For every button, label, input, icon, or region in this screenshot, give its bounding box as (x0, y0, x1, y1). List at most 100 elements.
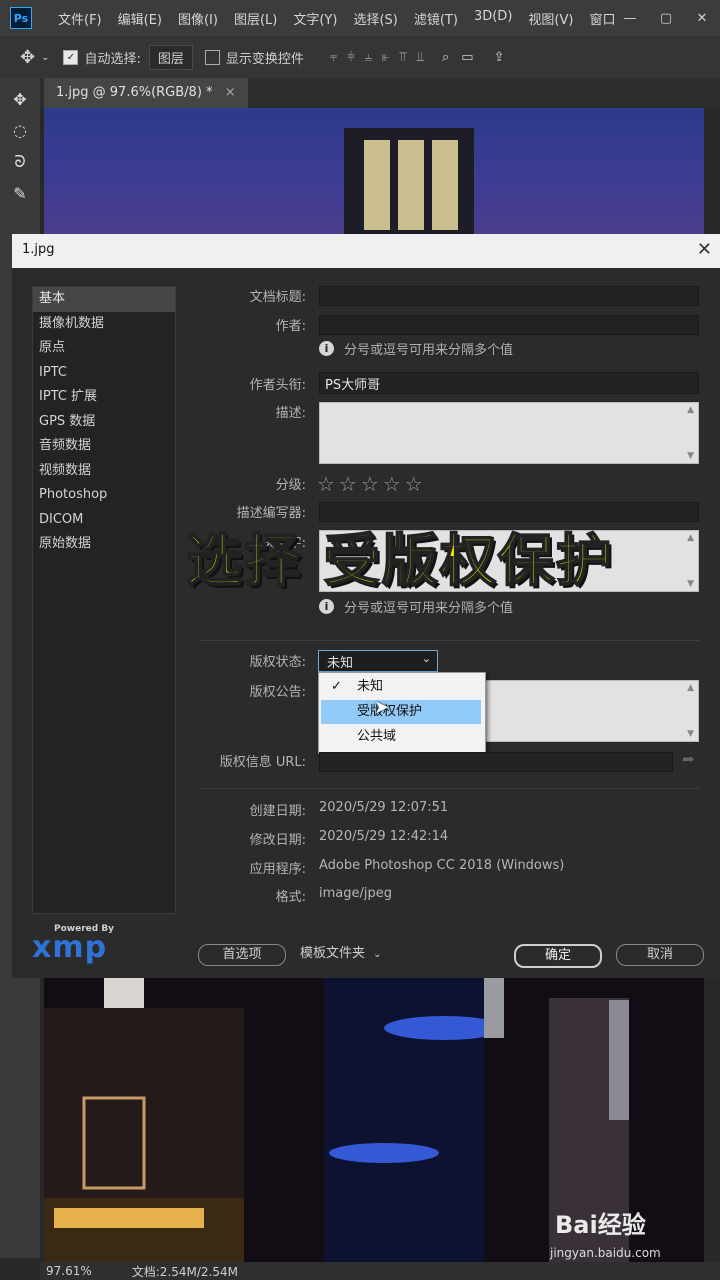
copyright-status-dropdown[interactable]: 未知 ⌄ (318, 650, 438, 672)
chevron-down-icon: ⌄ (421, 652, 431, 665)
category-list: 基本 摄像机数据 原点 IPTC IPTC 扩展 GPS 数据 音频数据 视频数… (32, 286, 176, 914)
preferences-button[interactable]: 首选项 (198, 944, 286, 966)
cancel-button[interactable]: 取消 (616, 944, 704, 966)
minimize-icon[interactable]: — (612, 11, 648, 26)
xmp-logo-text: xmp (32, 930, 108, 965)
menu-layer[interactable]: 图层(L) (226, 9, 285, 28)
option-public-domain-label: 公共域 (357, 729, 397, 744)
author-title-label: 作者头衔: (249, 378, 306, 393)
option-public-domain[interactable]: 公共域 (321, 725, 481, 749)
menu-edit[interactable]: 编辑(E) (110, 9, 170, 28)
menu-type[interactable]: 文字(Y) (285, 9, 345, 28)
rating-stars-icon[interactable]: ☆☆☆☆☆ (317, 472, 427, 496)
options-bar: ✥ ⌄ ✓ 自动选择: 图层 显示变换控件 ⫧⫩⫨⫦⫪⫫ ⌕ ▭ ⇪ (0, 36, 720, 79)
marquee-tool-icon[interactable]: ◌ (0, 121, 40, 140)
building-image (344, 128, 474, 236)
modified-value: 2020/5/29 12:42:14 (319, 829, 449, 844)
copyright-url-input[interactable] (319, 752, 673, 772)
menu-view[interactable]: 视图(V) (520, 9, 581, 28)
doc-title-input[interactable] (319, 286, 699, 306)
option-copyrighted-label: 受版权保护 (357, 704, 423, 719)
workspace-icon[interactable]: ▭ (461, 50, 473, 65)
keywords-hint-text: 分号或逗号可用来分隔多个值 (344, 601, 514, 616)
category-photoshop[interactable]: Photoshop (33, 483, 175, 508)
info-icon: i (319, 599, 334, 614)
dialog-titlebar: 1.jpg ✕ (12, 234, 720, 268)
category-gps[interactable]: GPS 数据 (33, 410, 175, 435)
scroll-down-icon[interactable]: ▼ (687, 729, 694, 739)
photoshop-logo-icon: Ps (10, 7, 32, 29)
menu-3d[interactable]: 3D(D) (466, 9, 520, 28)
show-transform-label: 显示变换控件 (225, 51, 304, 67)
description-textarea[interactable]: ▲ ▼ (319, 402, 699, 464)
scroll-up-icon[interactable]: ▲ (687, 533, 694, 543)
caption-overlay: 选择 受版权保护 (185, 528, 614, 595)
scroll-down-icon[interactable]: ▼ (687, 451, 694, 461)
category-camera[interactable]: 摄像机数据 (33, 312, 175, 337)
info-icon: i (319, 341, 334, 356)
menu-filter[interactable]: 滤镜(T) (406, 9, 466, 28)
description-label: 描述: (275, 406, 306, 421)
show-transform-checkbox[interactable] (204, 49, 220, 65)
author-title-input[interactable]: PS大师哥 (319, 372, 699, 394)
category-iptc[interactable]: IPTC (33, 361, 175, 386)
align-icons[interactable]: ⫧⫩⫨⫦⫪⫫ (330, 50, 434, 65)
option-unknown[interactable]: ✓ 未知 (321, 675, 481, 699)
document-tabs: 1.jpg @ 97.6%(RGB/8) * × (40, 78, 720, 108)
maximize-icon[interactable]: ▢ (648, 11, 684, 26)
copyright-status-menu: ✓ 未知 受版权保护 公共域 (318, 672, 486, 754)
quick-select-tool-icon[interactable]: ✎ (0, 184, 40, 203)
auto-select-dropdown[interactable]: 图层 (148, 44, 193, 70)
option-copyrighted[interactable]: 受版权保护 (321, 700, 481, 724)
main-menu: 文件(F) 编辑(E) 图像(I) 图层(L) 文字(Y) 选择(S) 滤镜(T… (50, 9, 623, 28)
divider (200, 788, 700, 789)
move-tool-icon[interactable]: ✥ (0, 90, 40, 109)
share-icon[interactable]: ⇪ (494, 50, 505, 65)
templates-label: 模板文件夹 (300, 946, 366, 961)
application-label: 应用程序: (249, 862, 306, 877)
author-hint: i 分号或逗号可用来分隔多个值 (319, 339, 513, 358)
move-tool-icon[interactable]: ✥ (20, 47, 35, 68)
category-audio[interactable]: 音频数据 (33, 434, 175, 459)
templates-dropdown[interactable]: 模板文件夹 ⌄ (300, 944, 382, 964)
copyright-notice-label: 版权公告: (249, 685, 306, 700)
category-basic[interactable]: 基本 (33, 287, 175, 312)
doc-title-label: 文档标题: (249, 290, 306, 305)
dialog-title: 1.jpg (22, 242, 55, 257)
format-value: image/jpeg (319, 886, 392, 901)
zoom-level[interactable]: 97.61% (46, 1264, 92, 1278)
category-iptc-ext[interactable]: IPTC 扩展 (33, 385, 175, 410)
search-icon[interactable]: ⌕ (442, 50, 449, 65)
menu-file[interactable]: 文件(F) (50, 9, 110, 28)
chevron-down-icon: ⌄ (373, 949, 382, 960)
application-value: Adobe Photoshop CC 2018 (Windows) (319, 858, 565, 873)
open-url-arrow-icon[interactable]: ➦ (682, 750, 695, 768)
lasso-tool-icon[interactable]: ᘐ (0, 152, 40, 172)
ok-button[interactable]: 确定 (514, 944, 602, 968)
xmp-logo: Powered By xmp (32, 924, 132, 965)
document-tab-title: 1.jpg @ 97.6%(RGB/8) * (56, 85, 213, 100)
author-input[interactable] (319, 315, 699, 335)
scroll-up-icon[interactable]: ▲ (687, 405, 694, 415)
scroll-down-icon[interactable]: ▼ (687, 579, 694, 589)
chevron-down-icon[interactable]: ⌄ (41, 52, 49, 63)
category-origin[interactable]: 原点 (33, 336, 175, 361)
copyright-url-label: 版权信息 URL: (219, 755, 306, 770)
author-label: 作者: (275, 319, 306, 334)
mouse-cursor-icon: ➤ (374, 697, 390, 718)
option-unknown-label: 未知 (357, 679, 384, 694)
status-bar: 97.61% 文档:2.54M/2.54M (40, 1262, 720, 1280)
scroll-up-icon[interactable]: ▲ (687, 683, 694, 693)
checkmark-icon: ✓ (331, 679, 342, 694)
category-video[interactable]: 视频数据 (33, 459, 175, 484)
divider (200, 640, 700, 641)
document-tab[interactable]: 1.jpg @ 97.6%(RGB/8) * × (44, 78, 248, 108)
auto-select-checkbox[interactable]: ✓ (63, 49, 79, 65)
menu-select[interactable]: 选择(S) (345, 9, 405, 28)
close-window-icon[interactable]: ✕ (684, 11, 720, 26)
close-tab-icon[interactable]: × (225, 85, 236, 100)
auto-select-label: 自动选择: (84, 51, 141, 67)
close-icon[interactable]: ✕ (697, 239, 712, 260)
menu-image[interactable]: 图像(I) (170, 9, 226, 28)
doc-size: 文档:2.54M/2.54M (131, 1264, 238, 1279)
